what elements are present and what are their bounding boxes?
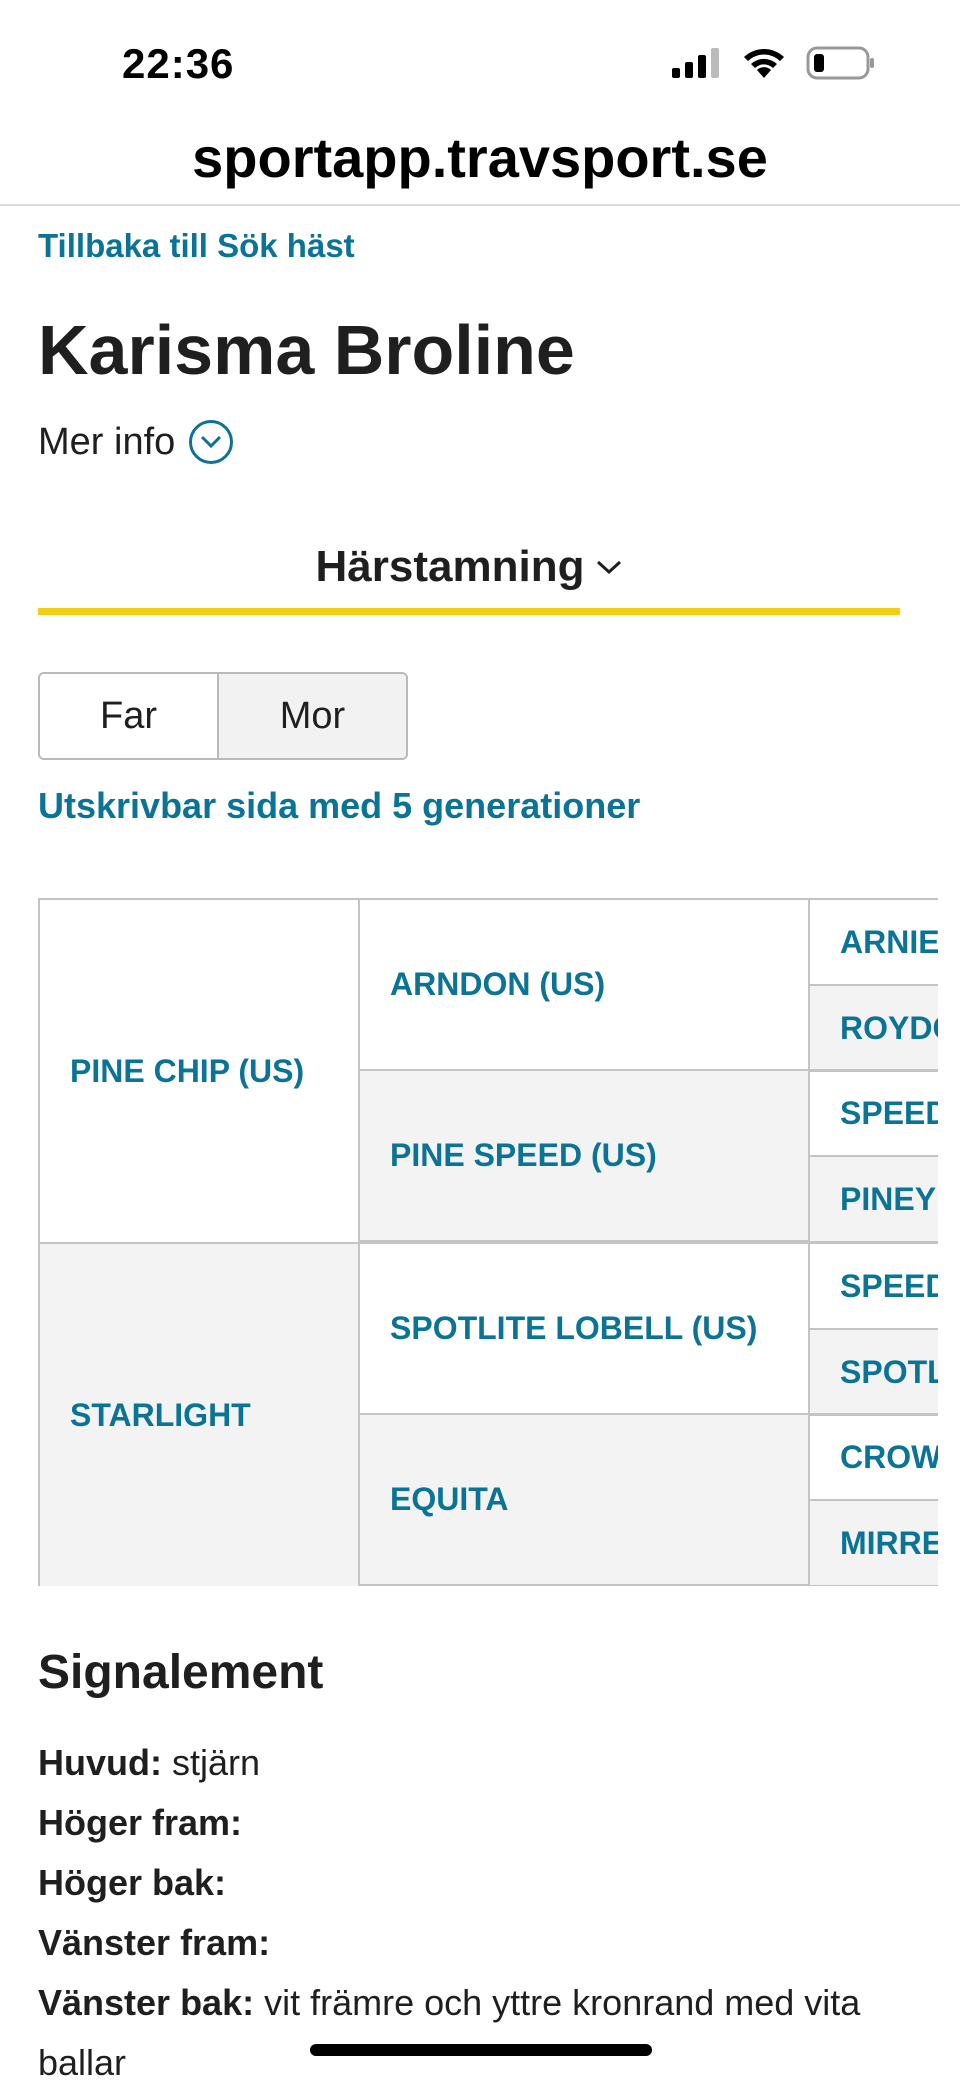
more-info-toggle[interactable]: Mer info bbox=[38, 420, 234, 464]
pedigree-gen3-cell[interactable]: MIRRE bbox=[808, 1499, 938, 1586]
status-bar: 22:36 bbox=[0, 0, 960, 110]
section-label: Härstamning bbox=[315, 541, 585, 591]
signalement-value: stjärn bbox=[172, 1742, 261, 1783]
wifi-icon bbox=[744, 49, 784, 78]
signalement-label: Höger bak: bbox=[38, 1862, 227, 1903]
chevron-down-icon bbox=[597, 560, 622, 574]
pedigree-gen2-cell[interactable]: PINE SPEED (US) bbox=[358, 1069, 810, 1242]
signalement-row: Vänster fram: bbox=[38, 1913, 918, 1973]
back-link[interactable]: Tillbaka till Sök häst bbox=[38, 227, 355, 265]
pedigree-gen3-cell[interactable]: SPEED bbox=[808, 1242, 938, 1330]
home-indicator[interactable] bbox=[310, 2044, 652, 2056]
section-dropdown[interactable]: Härstamning bbox=[38, 525, 900, 615]
cellular-signal-icon bbox=[672, 48, 719, 78]
toggle-mor[interactable]: Mor bbox=[217, 674, 406, 758]
pedigree-sire[interactable]: PINE CHIP (US) bbox=[38, 898, 360, 1244]
signalement-label: Huvud: bbox=[38, 1742, 162, 1783]
parent-toggle: Far Mor bbox=[38, 672, 408, 760]
pedigree-table: PINE CHIP (US) STARLIGHT ARNDON (US) PIN… bbox=[38, 898, 938, 1586]
pedigree-gen3-cell[interactable]: PINEY bbox=[808, 1155, 938, 1243]
status-icons bbox=[672, 46, 876, 80]
signalement-label: Vänster bak: bbox=[38, 1982, 255, 2023]
pedigree-gen3-cell[interactable]: SPOTL bbox=[808, 1328, 938, 1416]
pedigree-gen2-cell[interactable]: EQUITA bbox=[358, 1413, 810, 1586]
chevron-down-icon bbox=[189, 420, 234, 464]
signalement-label: Vänster fram: bbox=[38, 1922, 271, 1963]
pedigree-gen3-cell[interactable]: CROW bbox=[808, 1413, 938, 1501]
url-text: sportapp.travsport.se bbox=[192, 125, 768, 189]
printable-page-link[interactable]: Utskrivbar sida med 5 generationer bbox=[38, 785, 640, 827]
pedigree-gen3-cell[interactable]: SPEED bbox=[808, 1069, 938, 1157]
signalement-label: Höger fram: bbox=[38, 1802, 243, 1843]
more-info-label: Mer info bbox=[38, 420, 176, 463]
signalement-row: Huvud: stjärn bbox=[38, 1733, 918, 1793]
signalement-row: Vänster bak: vit främre och yttre kronra… bbox=[38, 1973, 918, 2093]
page-title: Karisma Broline bbox=[38, 311, 575, 389]
battery-icon bbox=[806, 46, 874, 80]
address-bar[interactable]: sportapp.travsport.se bbox=[0, 110, 960, 206]
pedigree-gen3-cell[interactable]: ARNIE bbox=[808, 898, 938, 986]
pedigree-gen3-cell[interactable]: ROYDC bbox=[808, 984, 938, 1072]
signalement-list: Huvud: stjärn Höger fram: Höger bak: Vän… bbox=[38, 1733, 918, 2093]
status-time: 22:36 bbox=[122, 40, 235, 87]
pedigree-gen2-cell[interactable]: ARNDON (US) bbox=[358, 898, 810, 1071]
signalement-row: Höger fram: bbox=[38, 1793, 918, 1853]
toggle-far[interactable]: Far bbox=[40, 674, 217, 758]
pedigree-dam[interactable]: STARLIGHT bbox=[38, 1242, 360, 1586]
signalement-heading: Signalement bbox=[38, 1646, 324, 1699]
pedigree-gen2-cell[interactable]: SPOTLITE LOBELL (US) bbox=[358, 1242, 810, 1415]
signalement-row: Höger bak: bbox=[38, 1853, 918, 1913]
